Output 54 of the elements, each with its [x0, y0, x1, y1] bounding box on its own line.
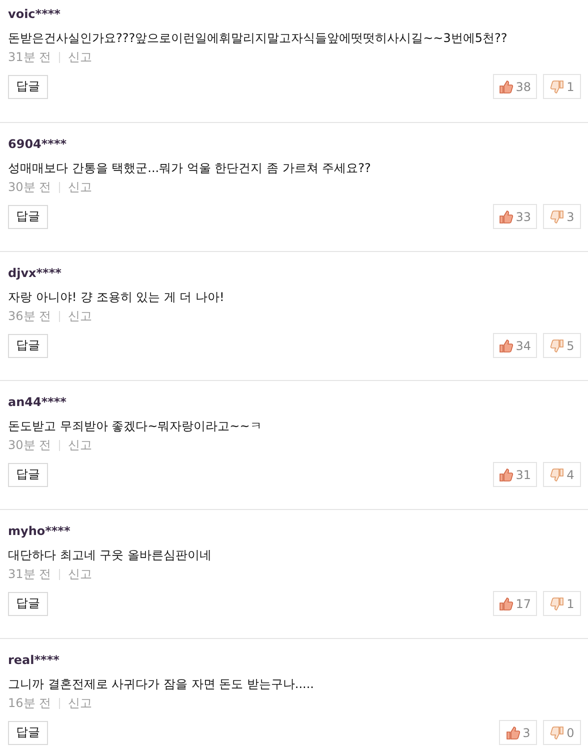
thumbs-up-icon	[506, 726, 520, 740]
report-link[interactable]: 신고	[68, 50, 92, 64]
comment-text: 그니까 결혼전제로 사귀다가 잠을 자면 돈도 받는구나.....	[8, 676, 315, 692]
comment-text: 돈받은건사실인가요???앞으로이런일에휘말리지말고자식들앞에떳떳히사시길~~3번에5천??	[8, 30, 508, 46]
report-link[interactable]: 신고	[68, 180, 92, 194]
reply-button[interactable]: 답글	[8, 334, 48, 358]
reply-button[interactable]: 답글	[8, 74, 48, 98]
comment-time: 30분 전	[8, 438, 52, 452]
comment-text: 성매매보다 간통을 택했군...뭐가 억울 한단건지 좀 가르쳐 주세요??	[8, 160, 372, 176]
thumbs-down-icon	[550, 726, 564, 740]
comment-text: 대단하다 최고네 구웃 올바른심판이네	[8, 547, 212, 563]
comment-time: 16분 전	[8, 696, 52, 710]
comment-author: djvx****	[8, 265, 62, 281]
comment-author: an44****	[8, 394, 68, 410]
comment-author: myho****	[8, 523, 72, 539]
comment-time: 31분 전	[8, 567, 52, 581]
like-button[interactable]: 34	[492, 333, 537, 358]
reply-button[interactable]: 답글	[8, 462, 48, 486]
thumbs-down-icon	[550, 80, 564, 94]
like-button[interactable]: 38	[492, 74, 537, 99]
reply-button[interactable]: 답글	[8, 204, 48, 228]
dislike-button[interactable]: 1	[543, 74, 581, 99]
dislike-button[interactable]: 5	[543, 333, 581, 358]
like-button[interactable]: 33	[492, 204, 537, 229]
like-button[interactable]: 17	[492, 591, 537, 616]
thumbs-down-icon	[550, 210, 564, 224]
comment-time: 36분 전	[8, 309, 52, 323]
comment-author: voic****	[8, 6, 62, 22]
thumbs-down-icon	[550, 338, 564, 352]
thumbs-down-icon	[550, 596, 564, 610]
comment-author: real****	[8, 652, 60, 668]
reply-button[interactable]: 답글	[8, 592, 48, 616]
thumbs-up-icon	[498, 468, 513, 482]
comment-author: 6904****	[8, 136, 68, 152]
thumbs-up-icon	[498, 338, 513, 352]
dislike-button[interactable]: 1	[543, 591, 581, 616]
dislike-button[interactable]: 0	[543, 720, 581, 745]
dislike-button[interactable]: 3	[543, 204, 581, 229]
like-button[interactable]: 3	[499, 720, 537, 745]
comment-time: 30분 전	[8, 180, 52, 194]
dislike-button[interactable]: 4	[543, 462, 581, 487]
report-link[interactable]: 신고	[68, 567, 92, 581]
report-link[interactable]: 신고	[68, 309, 92, 323]
report-link[interactable]: 신고	[68, 438, 92, 452]
thumbs-up-icon	[498, 596, 513, 610]
comment-time: 31분 전	[8, 50, 52, 64]
reply-button[interactable]: 답글	[8, 720, 48, 744]
comment-text: 자랑 아니야! 걍 조용히 있는 게 더 나아!	[8, 289, 226, 305]
comment-text: 돈도받고 무죄받아 좋겠다~뭐자랑이라고~~ㅋ	[8, 418, 263, 434]
thumbs-down-icon	[550, 468, 564, 482]
report-link[interactable]: 신고	[68, 696, 92, 710]
thumbs-up-icon	[498, 210, 513, 224]
like-button[interactable]: 31	[492, 462, 537, 487]
thumbs-up-icon	[498, 80, 513, 94]
